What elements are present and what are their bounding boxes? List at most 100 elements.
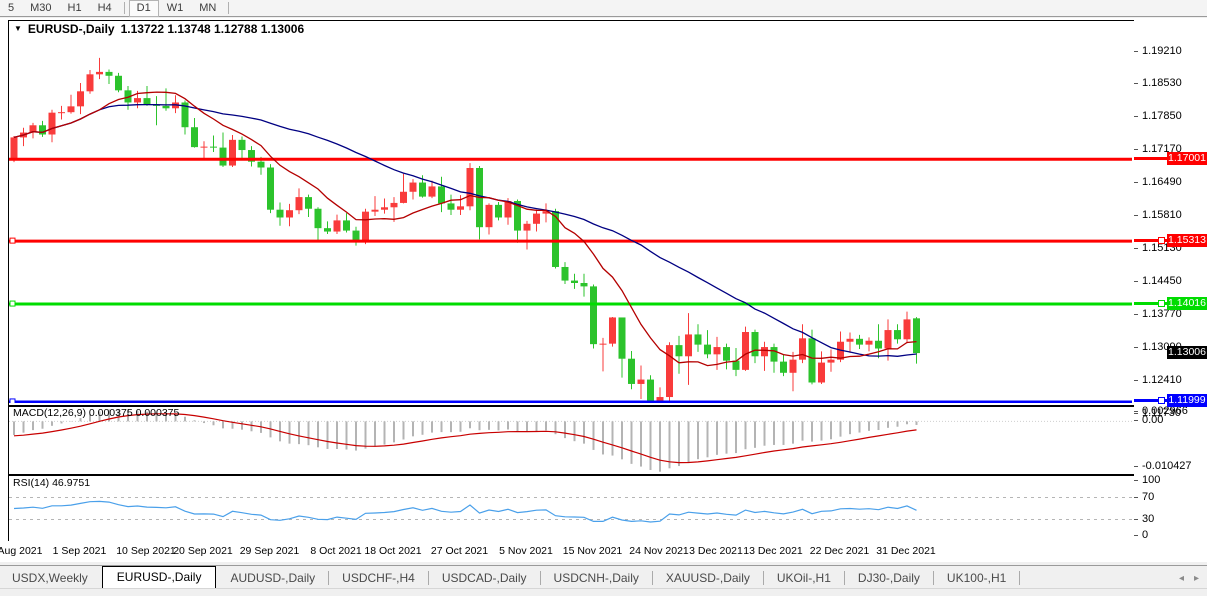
price-tick-mark — [1134, 149, 1138, 150]
macd-tick-mark — [1134, 411, 1138, 412]
price-tick-mark — [1134, 51, 1138, 52]
rsi-label: RSI(14) 46.9751 — [13, 477, 90, 489]
hline-price-label: 1.15313 — [1167, 234, 1207, 247]
date-label: 20 Sep 2021 — [173, 545, 233, 557]
tab-separator — [933, 571, 934, 585]
tab-scroll-right-icon[interactable]: ▸ — [1194, 573, 1199, 584]
macd-tick-mark — [1134, 466, 1138, 467]
rsi-tick-mark — [1134, 480, 1138, 481]
price-tick-mark — [1134, 281, 1138, 282]
date-label: 13 Dec 2021 — [743, 545, 803, 557]
timeframe-button-5[interactable]: 5 — [0, 0, 22, 17]
date-label: 3 Dec 2021 — [689, 545, 743, 557]
price-tick: 1.17850 — [1142, 110, 1182, 122]
timeframe-button-w1[interactable]: W1 — [159, 0, 192, 17]
rsi-tick: 0 — [1142, 529, 1148, 541]
price-tick-mark — [1134, 248, 1138, 249]
tab-xauusd-daily[interactable]: XAUUSD-,Daily — [654, 569, 762, 589]
tab-separator — [1019, 571, 1020, 585]
chart-symbol-label: EURUSD-,Daily — [28, 22, 115, 36]
main-price-pane[interactable] — [8, 20, 1135, 406]
timeframe-button-h4[interactable]: H4 — [90, 0, 120, 17]
macd-tick: -0.010427 — [1142, 460, 1192, 472]
date-label: 18 Oct 2021 — [364, 545, 421, 557]
date-label: 15 Nov 2021 — [563, 545, 623, 557]
tab-ukoil-h1[interactable]: UKOil-,H1 — [765, 569, 843, 589]
rsi-tick: 30 — [1142, 513, 1154, 525]
price-tick-mark — [1134, 215, 1138, 216]
date-label: 8 Oct 2021 — [310, 545, 361, 557]
tab-usdchf-h4[interactable]: USDCHF-,H4 — [330, 569, 427, 589]
macd-label: MACD(12,26,9) 0.000375 0.000375 — [13, 407, 179, 419]
tab-separator — [763, 571, 764, 585]
toolbar-separator — [228, 2, 229, 14]
tab-usdcnh-daily[interactable]: USDCNH-,Daily — [542, 569, 651, 589]
tab-scroll-left-icon[interactable]: ◂ — [1179, 573, 1184, 584]
date-label: 5 Nov 2021 — [499, 545, 553, 557]
current-price-label: 1.13006 — [1167, 346, 1207, 359]
date-label: 27 Oct 2021 — [431, 545, 488, 557]
toolbar-separator — [124, 2, 125, 14]
hline-price-label: 1.14016 — [1167, 297, 1207, 310]
tab-separator — [328, 571, 329, 585]
chart-tabs-bar: USDX,WeeklyEURUSD-,DailyAUDUSD-,DailyUSD… — [0, 565, 1207, 589]
hline-extension — [1134, 157, 1167, 160]
timeframe-button-mn[interactable]: MN — [191, 0, 224, 17]
chart-title: ▼ EURUSD-,Daily 1.13722 1.13748 1.12788 … — [14, 22, 304, 36]
price-tick-mark — [1134, 413, 1138, 414]
price-tick-mark — [1134, 380, 1138, 381]
tab-separator — [652, 571, 653, 585]
tab-eurusd-daily[interactable]: EURUSD-,Daily — [102, 566, 217, 589]
rsi-canvas[interactable] — [9, 476, 1132, 540]
date-label: 22 Dec 2021 — [810, 545, 870, 557]
hline-price-label: 1.17001 — [1167, 152, 1207, 165]
chart-window: ▼ EURUSD-,Daily 1.13722 1.13748 1.12788 … — [0, 18, 1207, 562]
tab-uk100-h1[interactable]: UK100-,H1 — [935, 569, 1018, 589]
tab-separator — [844, 571, 845, 585]
date-label: 23 Aug 2021 — [0, 545, 42, 557]
date-label: 10 Sep 2021 — [116, 545, 176, 557]
price-tick-mark — [1134, 116, 1138, 117]
chart-ohlc-values: 1.13722 1.13748 1.12788 1.13006 — [121, 22, 305, 36]
tab-separator — [428, 571, 429, 585]
price-tick: 1.14450 — [1142, 275, 1182, 287]
macd-tick: 0.00 — [1142, 414, 1163, 426]
rsi-tick-mark — [1134, 497, 1138, 498]
price-tick-mark — [1134, 83, 1138, 84]
tab-dj30-daily[interactable]: DJ30-,Daily — [846, 569, 932, 589]
date-label: 24 Nov 2021 — [629, 545, 689, 557]
rsi-tick-mark — [1134, 519, 1138, 520]
price-tick: 1.19210 — [1142, 45, 1182, 57]
tab-scroll-arrows: ◂▸ — [1179, 573, 1207, 589]
timeframe-button-d1[interactable]: D1 — [129, 0, 159, 17]
hline-handle[interactable] — [1158, 300, 1165, 307]
date-label: 31 Dec 2021 — [876, 545, 936, 557]
date-label: 29 Sep 2021 — [240, 545, 300, 557]
price-tick: 1.12410 — [1142, 374, 1182, 386]
date-axis[interactable]: 23 Aug 2021 1 Sep 2021 10 Sep 202120 Sep 2… — [0, 541, 1207, 562]
price-tick: 1.13770 — [1142, 308, 1182, 320]
chart-dropdown-icon[interactable]: ▼ — [14, 24, 22, 33]
rsi-tick: 100 — [1142, 474, 1160, 486]
hline-handle[interactable] — [1158, 397, 1165, 404]
hline-handle[interactable] — [1158, 237, 1165, 244]
price-tick-mark — [1134, 182, 1138, 183]
rsi-pane[interactable] — [8, 475, 1135, 543]
price-tick: 1.18530 — [1142, 77, 1182, 89]
timeframe-button-h1[interactable]: H1 — [60, 0, 90, 17]
rsi-tick: 70 — [1142, 491, 1154, 503]
price-scale[interactable]: 1.192101.185301.178501.171701.164901.158… — [1134, 18, 1207, 562]
candlestick-canvas[interactable] — [9, 21, 1132, 403]
price-tick-mark — [1134, 347, 1138, 348]
tab-usdcad-daily[interactable]: USDCAD-,Daily — [430, 569, 539, 589]
timeframe-toolbar: 5M30H1H4 D1W1MN — [0, 0, 1207, 17]
date-label: 1 Sep 2021 — [53, 545, 107, 557]
price-tick: 1.15810 — [1142, 209, 1182, 221]
timeframe-button-m30[interactable]: M30 — [22, 0, 59, 17]
rsi-tick-mark — [1134, 535, 1138, 536]
hline-price-label: 1.11999 — [1167, 394, 1207, 407]
price-tick: 1.16490 — [1142, 176, 1182, 188]
macd-tick-mark — [1134, 420, 1138, 421]
tab-audusd-daily[interactable]: AUDUSD-,Daily — [218, 569, 327, 589]
tab-usdx-weekly[interactable]: USDX,Weekly — [0, 569, 100, 589]
